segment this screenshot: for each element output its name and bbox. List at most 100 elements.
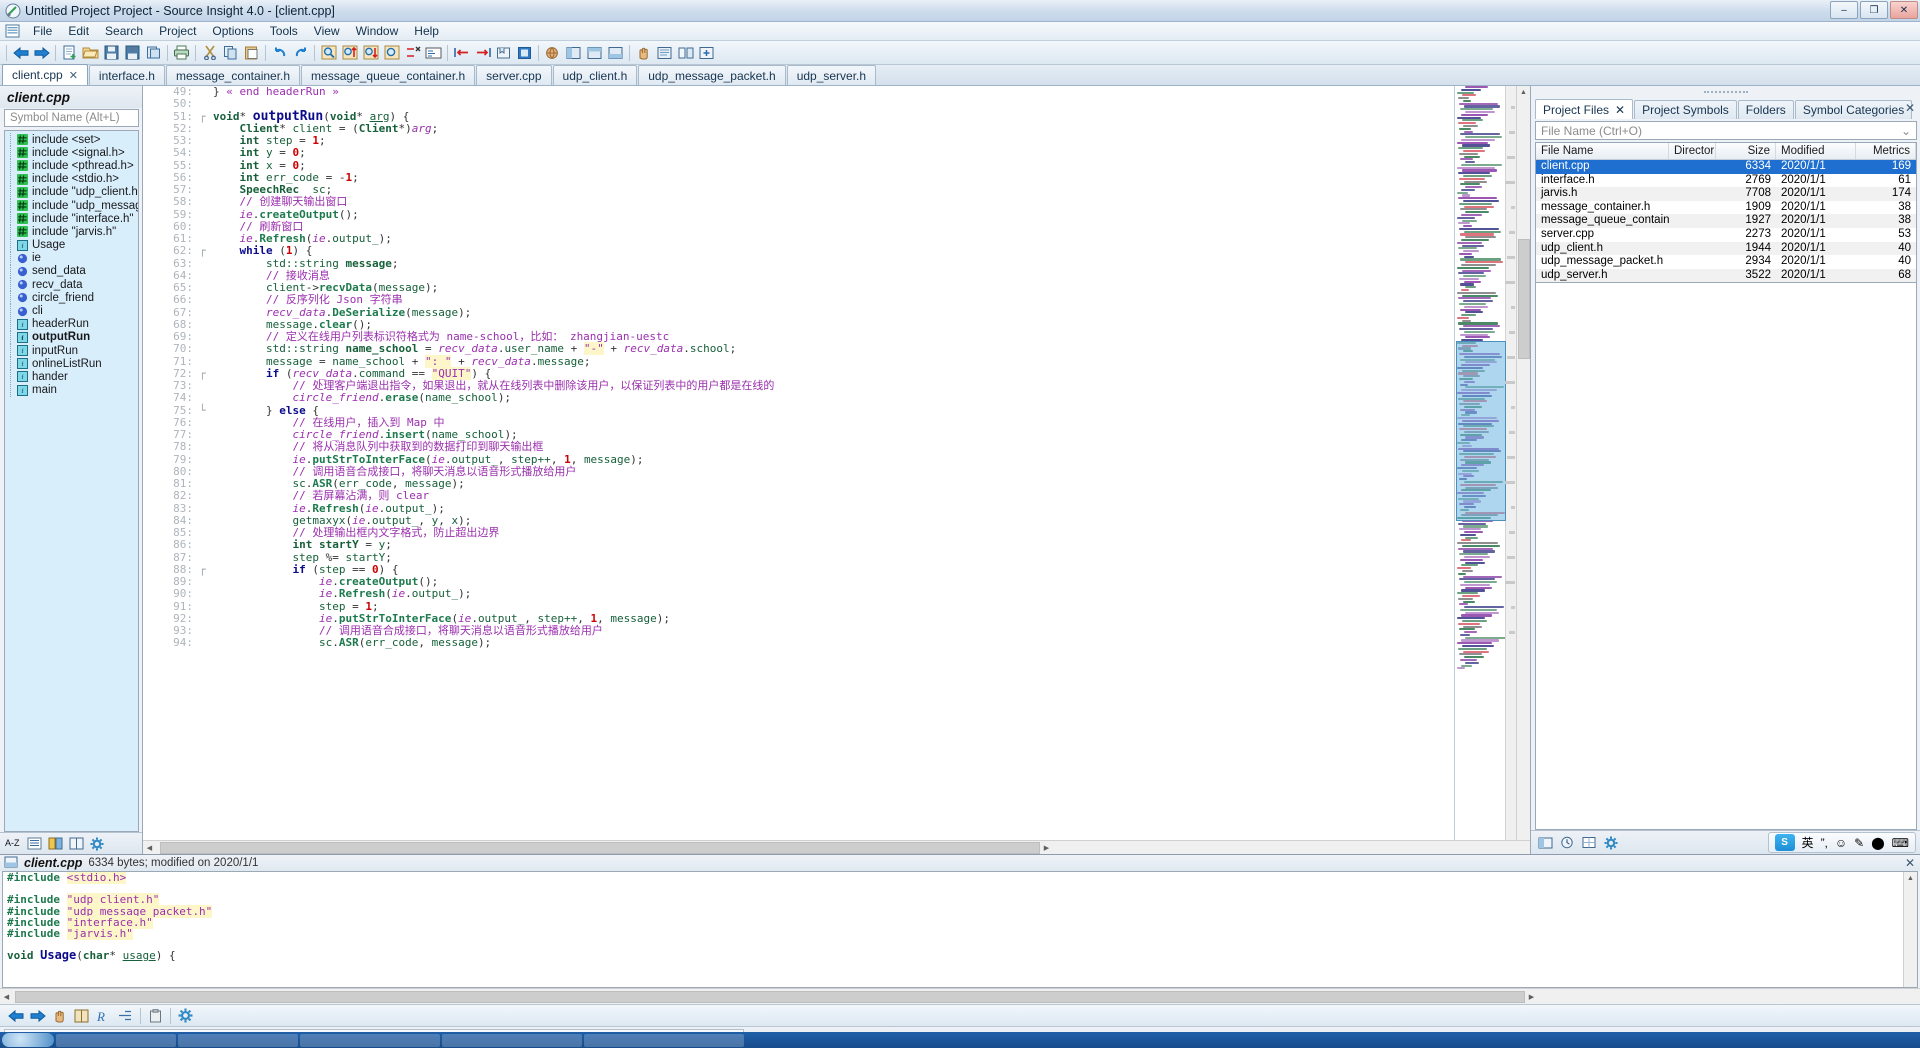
- context-hscroll-thumb[interactable]: [15, 990, 1525, 1003]
- search-up-icon[interactable]: [339, 43, 360, 63]
- clock-icon[interactable]: [1558, 834, 1576, 851]
- symbol-list-item[interactable]: include "udp_client.h": [5, 185, 138, 200]
- table-row[interactable]: udp_server.h 3522 2020/1/1 68: [1536, 268, 1916, 283]
- fold-marker[interactable]: [199, 490, 213, 502]
- symbol-window-icon[interactable]: [563, 43, 584, 63]
- fold-marker[interactable]: [199, 441, 213, 453]
- start-button[interactable]: [2, 1033, 54, 1047]
- context-vertical-scrollbar[interactable]: ▲: [1903, 872, 1917, 987]
- code-line[interactable]: 54: int y = 0;: [143, 146, 1454, 159]
- copy-icon[interactable]: [220, 43, 241, 63]
- tab-symbol-categories[interactable]: Symbol Categories: [1794, 100, 1913, 119]
- fold-marker[interactable]: [199, 343, 213, 355]
- table-row[interactable]: jarvis.h 7708 2020/1/1 174: [1536, 187, 1916, 201]
- chevron-down-icon[interactable]: ⌄: [1901, 124, 1911, 138]
- file-tab-message-container-h[interactable]: message_container.h: [165, 65, 301, 85]
- symbol-list-item[interactable]: include "interface.h": [5, 212, 138, 226]
- fold-marker[interactable]: [199, 160, 213, 172]
- browse-project-icon[interactable]: [542, 43, 563, 63]
- table-row[interactable]: udp_client.h 1944 2020/1/1 40: [1536, 241, 1916, 256]
- file-name-filter-input[interactable]: File Name (Ctrl+O) ⌄: [1535, 121, 1917, 140]
- table-row[interactable]: udp_message_packet.h 2934 2020/1/1 40: [1536, 255, 1916, 269]
- fold-marker[interactable]: [199, 294, 213, 306]
- context-code-line[interactable]: #include "udp_client.h": [3, 893, 1917, 907]
- fold-marker[interactable]: [199, 601, 213, 613]
- new-file-icon[interactable]: [59, 43, 80, 63]
- fold-marker[interactable]: [199, 98, 213, 110]
- ime-punctuation-icon[interactable]: ”,: [1821, 836, 1828, 850]
- scroll-right-arrow-icon[interactable]: ▶: [1525, 990, 1538, 1003]
- fold-marker[interactable]: ┌: [199, 110, 213, 123]
- symbol-list-item[interactable]: include <signal.h>: [5, 146, 138, 160]
- code-line[interactable]: 74: circle_friend.erase(name_school);: [143, 391, 1454, 404]
- save-all-icon[interactable]: !: [122, 43, 143, 63]
- ime-pen-icon[interactable]: ✎: [1854, 836, 1864, 850]
- bookmark-icon[interactable]: [493, 43, 514, 63]
- list-window-icon[interactable]: [654, 43, 675, 63]
- symbol-list-item[interactable]: f onlineListRun: [5, 357, 138, 371]
- panel-close-icon[interactable]: ✕: [1905, 101, 1915, 115]
- taskbar-item[interactable]: [178, 1033, 298, 1047]
- search-down-icon[interactable]: [360, 43, 381, 63]
- context-code-line[interactable]: #include "interface.h": [3, 915, 1917, 929]
- gear-icon[interactable]: [175, 1006, 196, 1026]
- sort-az-icon[interactable]: A-Z: [4, 835, 22, 852]
- project-icon[interactable]: [1536, 834, 1554, 851]
- menu-item-tools[interactable]: Tools: [262, 22, 306, 40]
- document-menu-icon[interactable]: [5, 24, 20, 38]
- context-code-line[interactable]: #include <stdio.h>: [3, 872, 1917, 884]
- code-line[interactable]: 61: ie.Refresh(ie.output_);: [143, 232, 1454, 245]
- file-tab-server-cpp[interactable]: server.cpp: [476, 65, 552, 85]
- symbol-list-item[interactable]: include <pthread.h>: [5, 159, 138, 173]
- fold-marker[interactable]: [199, 588, 213, 600]
- symbol-list[interactable]: include <set> include <signal.h> include <…: [4, 130, 139, 832]
- save-icon[interactable]: [101, 43, 122, 63]
- context-code-preview[interactable]: ▲ #include <stdio.h> #include "udp_clien…: [2, 871, 1918, 988]
- color-view-icon[interactable]: [46, 835, 64, 852]
- forward-arrow-icon[interactable]: [27, 1006, 48, 1026]
- print-icon[interactable]: [171, 43, 192, 63]
- expand-all-icon[interactable]: [696, 43, 717, 63]
- undo-icon[interactable]: [269, 43, 290, 63]
- code-line[interactable]: 63: std::string message;: [143, 257, 1454, 270]
- clipboard-icon[interactable]: [145, 1006, 166, 1026]
- close-icon[interactable]: ✕: [1615, 103, 1625, 117]
- symbol-list-item[interactable]: f hander: [5, 370, 138, 384]
- compare-icon[interactable]: [675, 43, 696, 63]
- symbol-list-item[interactable]: send_data: [5, 264, 138, 279]
- close-button[interactable]: ✕: [1890, 1, 1918, 19]
- scroll-left-arrow-icon[interactable]: ◀: [0, 990, 13, 1003]
- fold-marker[interactable]: [199, 539, 213, 551]
- context-horizontal-scrollbar[interactable]: ◀ ▶: [0, 988, 1920, 1004]
- symbol-list-item[interactable]: recv_data: [5, 278, 138, 292]
- ime-mic-icon[interactable]: ⬤: [1871, 836, 1884, 850]
- relation-window-icon[interactable]: [584, 43, 605, 63]
- symbol-list-item[interactable]: include "udp_message_p: [5, 198, 138, 213]
- taskbar-item[interactable]: [442, 1033, 582, 1047]
- redo-icon[interactable]: [290, 43, 311, 63]
- editor-vertical-scrollbar[interactable]: ▲: [1516, 86, 1530, 840]
- symbol-list-item[interactable]: f outputRun: [5, 330, 138, 345]
- sogou-logo-icon[interactable]: S: [1774, 834, 1795, 851]
- code-line[interactable]: 52: Client* client = (Client*)arg;: [143, 122, 1454, 135]
- grid-icon[interactable]: [1580, 834, 1598, 851]
- column-header-metrics[interactable]: Metrics: [1856, 143, 1916, 159]
- tab-folders[interactable]: Folders: [1737, 100, 1794, 119]
- symbol-list-item[interactable]: ie: [5, 251, 138, 266]
- hand-icon[interactable]: [49, 1006, 70, 1026]
- context-code-line[interactable]: [3, 939, 1917, 950]
- tab-project-files[interactable]: Project Files ✕: [1535, 99, 1634, 119]
- menu-item-search[interactable]: Search: [97, 22, 151, 40]
- jump-back-icon[interactable]: [451, 43, 472, 63]
- scroll-right-arrow-icon[interactable]: ▶: [1040, 841, 1053, 854]
- book-icon[interactable]: [67, 835, 85, 852]
- column-header-modified[interactable]: Modified: [1776, 143, 1856, 159]
- code-line[interactable]: 59: ie.createOutput();: [143, 208, 1454, 221]
- code-line[interactable]: 49: } « end headerRun »: [143, 86, 1454, 98]
- context-window-icon[interactable]: [605, 43, 626, 63]
- menu-item-window[interactable]: Window: [348, 22, 407, 40]
- minimap-viewport-selection[interactable]: [1456, 341, 1506, 521]
- cut-icon[interactable]: [199, 43, 220, 63]
- back-arrow-icon[interactable]: [10, 43, 31, 63]
- hand-tool-icon[interactable]: [633, 43, 654, 63]
